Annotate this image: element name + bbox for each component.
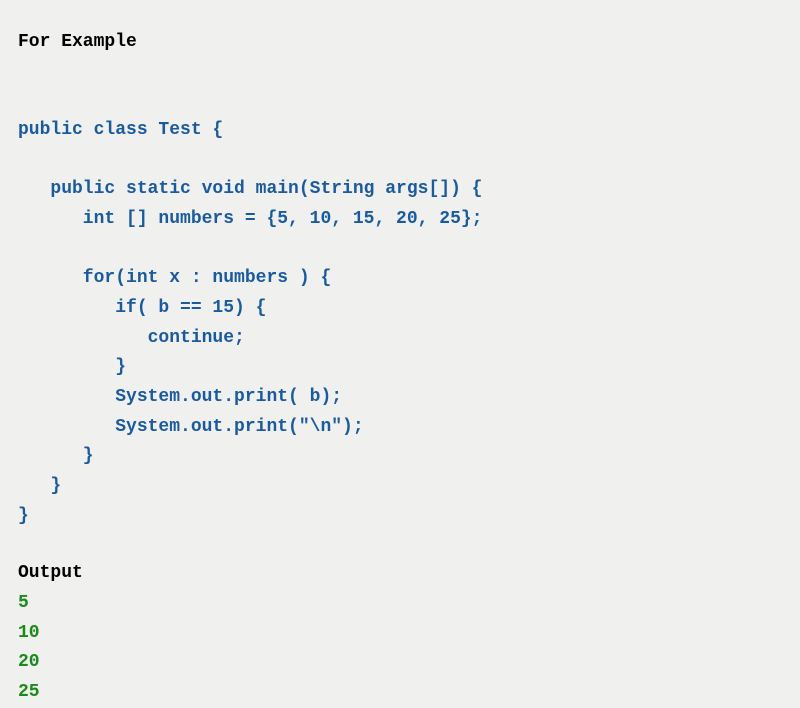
- example-heading: For Example: [18, 28, 782, 58]
- output-label: Output: [18, 559, 782, 589]
- code-example: public class Test { public static void m…: [18, 116, 782, 532]
- output-values: 5 10 20 25: [18, 589, 782, 708]
